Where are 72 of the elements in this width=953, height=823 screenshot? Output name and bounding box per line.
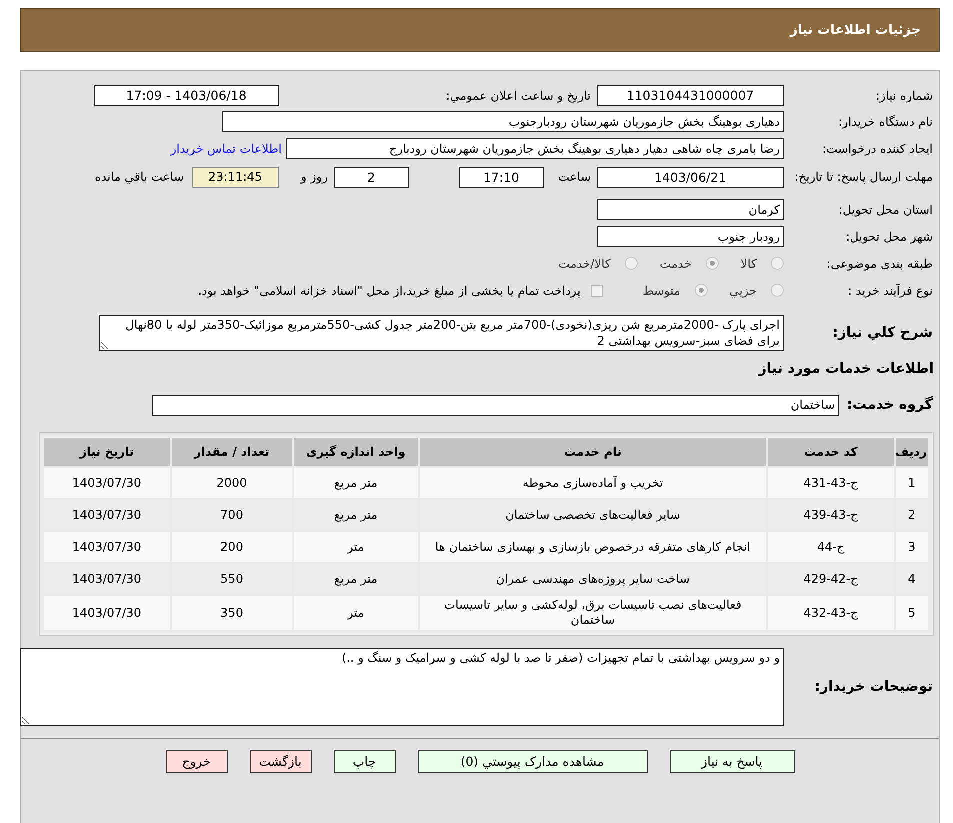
description-field[interactable]: اجرای پارک -2000مترمربع شن ریزی(نخودی)-700متر مربع بتن-200متر جدول کشی-550مترمربع موزائیک-350متر لوله با 80نهال برای فضای سبز-سرویس بهداشتی 2	[99, 315, 784, 351]
column-header: تاریخ نیاز	[44, 438, 170, 466]
radio-button[interactable]	[771, 257, 784, 270]
deadline-date-field[interactable]: 1403/06/21	[597, 166, 784, 188]
field-label: نوع فرآیند خرید :	[847, 284, 934, 298]
days-field[interactable]: 2	[334, 166, 409, 188]
need-number-field[interactable]: 1103104431000007	[597, 85, 784, 106]
field-label: استان محل تحویل:	[838, 202, 934, 216]
radio-label: متوسط	[642, 284, 681, 298]
checkbox[interactable]	[590, 284, 603, 296]
table-cell: ج-43-431	[768, 468, 894, 498]
action-button[interactable]: مشاهده مدارک پیوستي (0)	[418, 750, 648, 773]
table-cell: 2000	[172, 468, 292, 498]
buyer-contact-link[interactable]: اطلاعات تماس خریدار	[170, 142, 282, 156]
field-label: نام دستگاه خریدار:	[838, 114, 934, 128]
table-cell: متر مربع	[294, 468, 418, 498]
table-cell: 3	[896, 532, 928, 562]
radio-button[interactable]	[706, 257, 719, 270]
column-header: واحد اندازه گیری	[294, 438, 418, 466]
radio-button[interactable]	[694, 284, 708, 297]
radio-button[interactable]	[771, 284, 784, 297]
table-cell: متر	[294, 596, 418, 630]
radio-label: کالا	[740, 256, 757, 270]
action-button[interactable]: پاسخ به نیاز	[670, 750, 794, 773]
announce-date-field[interactable]: 1403/06/18 - 17:09	[94, 85, 279, 106]
city-field[interactable]: رودبار جنوب	[597, 226, 784, 247]
action-button[interactable]: خروج	[166, 750, 228, 773]
section-heading: اطلاعات خدمات مورد نیاز	[757, 360, 935, 379]
table-cell: فعالیت‌های نصب تاسیسات برق، لوله‌کشی و سایر تاسیسات ساختمان	[420, 596, 766, 630]
remaining-time: 23:11:45	[192, 166, 279, 188]
action-button[interactable]: چاپ	[334, 750, 396, 773]
table-cell: 1403/07/30	[44, 596, 170, 630]
table-cell: 200	[172, 532, 292, 562]
column-header: تعداد / مقدار	[172, 438, 292, 466]
province-field[interactable]: کرمان	[597, 199, 784, 220]
field-label: طبقه بندی موضوعی:	[826, 256, 934, 270]
field-label: ایجاد کننده درخواست:	[821, 142, 934, 156]
field-label: شهر محل تحویل:	[845, 230, 934, 244]
field-label: روز و	[300, 170, 329, 184]
radio-button[interactable]	[624, 257, 638, 270]
column-header: ردیف	[896, 438, 928, 466]
table-cell: متر	[294, 532, 418, 562]
field-label: تاریخ و ساعت اعلان عمومي:	[445, 88, 592, 102]
table-cell: 1403/07/30	[44, 468, 170, 498]
buyer-notes-field[interactable]: و دو سرویس بهداشتی با تمام تجهیزات (صفر تا صد با لوله کشی و سرامیک و سنگ و ..)	[20, 648, 784, 726]
field-label: شرح کلي نیاز:	[832, 325, 934, 341]
field-label: شماره نیاز:	[875, 88, 934, 102]
table-cell: 1403/07/30	[44, 532, 170, 562]
buyer-org-field[interactable]: دهیاری بوهینگ بخش جازموریان شهرستان رودبارجنوب	[222, 111, 784, 132]
checkbox-label: پرداخت تمام یا بخشی از مبلغ خرید،از محل "اسناد خزانه اسلامی" خواهد بود.	[198, 284, 581, 298]
requester-field[interactable]: رضا بامری چاه شاهی دهیار دهیاری بوهینگ بخش جازموریان شهرستان رودبارج	[286, 138, 784, 159]
column-header: نام خدمت	[420, 438, 766, 466]
table-cell: 5	[896, 596, 928, 630]
table-cell: 350	[172, 596, 292, 630]
table-cell: تخریب و آماده‌سازی محوطه	[420, 468, 766, 498]
table-cell: انجام کارهای متفرقه درخصوص بازسازی و بهسازی ساختمان ها	[420, 532, 766, 562]
field-label: گروه خدمت:	[846, 397, 934, 413]
field-label: توضیحات خریدار:	[814, 679, 934, 695]
radio-label: خدمت	[660, 256, 692, 270]
deadline-time-field[interactable]: 17:10	[459, 166, 544, 188]
table-cell: 1	[896, 468, 928, 498]
column-header: کد خدمت	[768, 438, 894, 466]
service-group-field[interactable]: ساختمان	[152, 394, 839, 416]
field-label: ساعت	[557, 170, 592, 184]
table-cell: ج-44	[768, 532, 894, 562]
page-title: جزئیات اطلاعات نیاز	[790, 22, 921, 38]
radio-label: کالا/خدمت	[558, 256, 611, 270]
radio-label: جزيي	[730, 284, 757, 298]
field-label: مهلت ارسال پاسخ: تا تاریخ:	[794, 170, 934, 184]
action-button[interactable]: بازگشت	[250, 750, 312, 773]
field-label: ساعت باقي مانده	[94, 170, 185, 184]
table-cell: ج-43-432	[768, 596, 894, 630]
